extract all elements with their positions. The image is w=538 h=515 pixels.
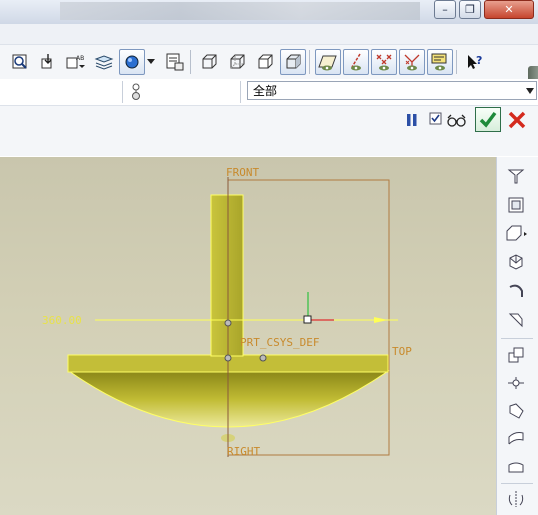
shell-tool-icon[interactable] bbox=[503, 455, 529, 479]
toolbar-separator bbox=[456, 50, 457, 74]
restore-icon[interactable]: ❐ bbox=[459, 0, 481, 19]
palette-separator bbox=[501, 338, 533, 339]
datum-axis-tool-icon[interactable] bbox=[503, 193, 529, 217]
filter-separator bbox=[122, 81, 123, 103]
right-plane-label[interactable]: RIGHT bbox=[227, 445, 260, 458]
svg-text:?: ? bbox=[476, 54, 482, 67]
pause-icon[interactable] bbox=[404, 112, 420, 128]
vertex-marker bbox=[224, 354, 232, 362]
round-tool-icon[interactable] bbox=[503, 371, 529, 395]
toolbar-separator bbox=[190, 50, 191, 74]
feature-tool-palette bbox=[496, 157, 538, 515]
zoom-window-icon[interactable] bbox=[7, 49, 33, 75]
chevron-down-icon bbox=[526, 88, 534, 94]
filter-separator bbox=[240, 81, 241, 103]
named-view-icon[interactable] bbox=[162, 49, 188, 75]
chamfer-tool-icon[interactable] bbox=[503, 399, 529, 423]
vertex-marker bbox=[224, 319, 232, 327]
menu-bar-area bbox=[0, 24, 538, 44]
no-hidden-icon[interactable] bbox=[252, 49, 278, 75]
graphics-window[interactable]: FRONT TOP RIGHT PRT_CSYS_DEF 360.00 bbox=[0, 157, 496, 515]
view-toolbar: AB ? bbox=[0, 44, 538, 80]
csys-label[interactable]: PRT_CSYS_DEF bbox=[240, 336, 319, 349]
verify-preview-icon[interactable] bbox=[446, 112, 468, 128]
feature-dashboard bbox=[0, 106, 538, 156]
front-plane-label[interactable]: FRONT bbox=[226, 166, 259, 179]
smart-filter-icon[interactable] bbox=[131, 82, 141, 105]
vertical-stem[interactable] bbox=[210, 194, 244, 357]
datum-planes-icon[interactable] bbox=[315, 49, 341, 75]
revolve-tool-icon[interactable] bbox=[503, 279, 529, 303]
toolbar-separator bbox=[309, 50, 310, 74]
csys-origin-marker[interactable] bbox=[303, 315, 312, 324]
close-icon[interactable]: ✕ bbox=[484, 0, 534, 19]
annotation-icon[interactable] bbox=[427, 49, 453, 75]
hidden-line-icon[interactable] bbox=[224, 49, 250, 75]
minimize-icon[interactable]: – bbox=[434, 0, 456, 19]
svg-text:AB: AB bbox=[76, 55, 84, 62]
filter-bar: 全部 bbox=[0, 79, 538, 106]
title-bar-background bbox=[60, 2, 420, 20]
dimension-label[interactable]: 360.00 bbox=[42, 314, 82, 327]
verify-preview-checkbox[interactable] bbox=[429, 112, 443, 126]
context-help-icon[interactable]: ? bbox=[462, 49, 488, 75]
reorient-icon[interactable] bbox=[35, 49, 61, 75]
datum-points-icon[interactable] bbox=[371, 49, 397, 75]
saved-views-icon[interactable]: AB bbox=[63, 49, 89, 75]
datum-axes-icon[interactable] bbox=[343, 49, 369, 75]
display-style-dropdown-icon[interactable] bbox=[147, 59, 155, 64]
top-plane-label[interactable]: TOP bbox=[392, 345, 412, 358]
line-arrowhead bbox=[374, 317, 388, 323]
sweep-tool-icon[interactable] bbox=[503, 307, 529, 331]
shading-icon[interactable] bbox=[280, 49, 306, 75]
palette-separator bbox=[501, 483, 533, 484]
display-style-icon[interactable] bbox=[119, 49, 145, 75]
wireframe-icon[interactable] bbox=[196, 49, 222, 75]
coordinate-systems-icon[interactable] bbox=[399, 49, 425, 75]
layers-icon[interactable] bbox=[91, 49, 117, 75]
selection-filter-dropdown[interactable]: 全部 bbox=[247, 81, 537, 100]
sketch-tool-icon[interactable] bbox=[503, 250, 529, 274]
mirror-tool-icon[interactable] bbox=[503, 487, 529, 511]
selection-filter-value: 全部 bbox=[253, 84, 278, 98]
datum-plane-tool-icon[interactable] bbox=[503, 164, 529, 188]
datum-point-tool-icon[interactable] bbox=[503, 221, 529, 245]
window-title-bar: – ❐ ✕ bbox=[0, 0, 538, 24]
cancel-x-icon[interactable] bbox=[506, 109, 528, 131]
ok-checkmark-icon[interactable] bbox=[475, 107, 501, 132]
vertex-marker bbox=[259, 354, 267, 362]
extrude-tool-icon[interactable] bbox=[503, 343, 529, 367]
draft-tool-icon[interactable] bbox=[503, 427, 529, 451]
